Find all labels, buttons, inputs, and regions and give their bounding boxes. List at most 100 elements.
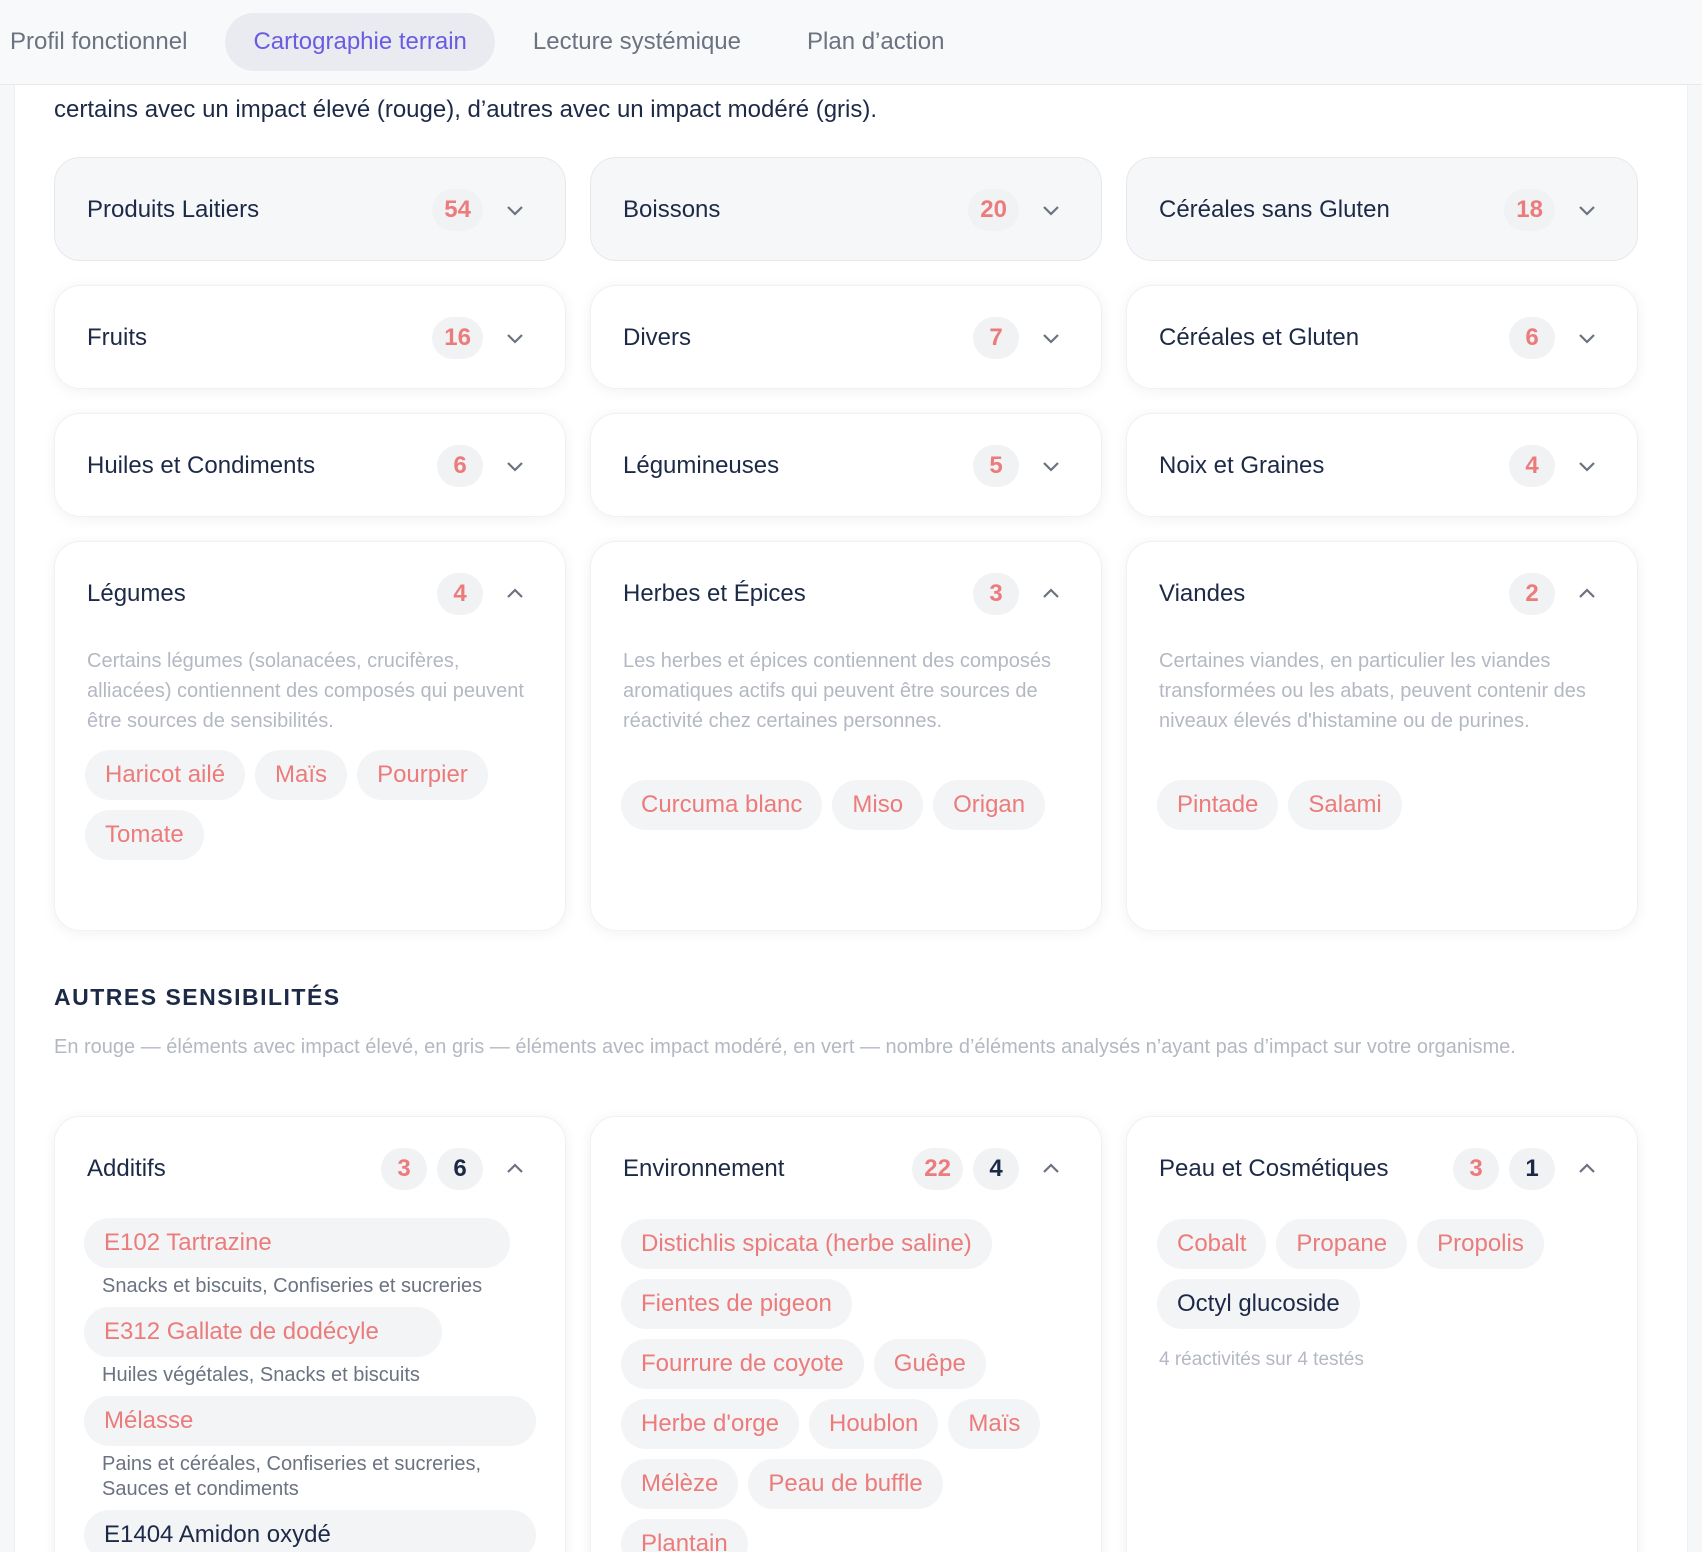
chevron-down-icon[interactable] (1033, 192, 1069, 228)
category-description: Les herbes et épices contiennent des com… (623, 650, 1052, 732)
chip[interactable]: Tomate (85, 810, 204, 860)
chip[interactable]: Maïs (948, 1399, 1041, 1449)
chevron-down-icon[interactable] (497, 320, 533, 356)
count-badge: 3 (973, 573, 1019, 615)
chip[interactable]: Propane (1276, 1219, 1408, 1269)
chevron-down-icon[interactable] (1569, 320, 1605, 356)
list-item: E312 Gallate de dodécyle Huiles végétale… (84, 1307, 544, 1388)
peau-header[interactable]: Peau et Cosmétiques 3 1 (1159, 1117, 1605, 1221)
category-header[interactable]: Boissons 20 (623, 158, 1069, 262)
category-header[interactable]: Noix et Graines 4 (1159, 414, 1605, 518)
peau-card: Peau et Cosmétiques 3 1 Cobalt Propane P… (1126, 1116, 1638, 1552)
chip[interactable]: Miso (832, 780, 924, 830)
category-header[interactable]: Légumineuses 5 (623, 414, 1069, 518)
chevron-down-icon[interactable] (1033, 448, 1069, 484)
category-chips: Curcuma blanc Miso Origan (621, 780, 1073, 830)
category-header[interactable]: Légumes 4 (87, 542, 533, 646)
chevron-up-icon[interactable] (1569, 1151, 1605, 1187)
additif-chip[interactable]: Mélasse (84, 1396, 536, 1446)
section-title-autres: AUTRES SENSIBILITÉS (54, 984, 341, 1010)
category-title: Produits Laitiers (87, 196, 260, 223)
category-card: Céréales et Gluten 6 (1126, 285, 1638, 389)
category-header[interactable]: Viandes 2 (1159, 542, 1605, 646)
category-header[interactable]: Céréales sans Gluten 18 (1159, 158, 1605, 262)
chevron-up-icon[interactable] (1569, 576, 1605, 612)
category-title: Huiles et Condiments (87, 452, 316, 479)
tab-profil-fonctionnel[interactable]: Profil fonctionnel (10, 13, 215, 71)
chip[interactable]: Curcuma blanc (621, 780, 823, 830)
category-description: Certains légumes (solanacées, crucifères… (87, 650, 524, 732)
tab-bar: Profil fonctionnel Cartographie terrain … (0, 0, 1702, 85)
chip[interactable]: Origan (933, 780, 1046, 830)
additifs-header[interactable]: Additifs 3 6 (87, 1117, 533, 1221)
list-item: Mélasse Pains et céréales, Confiseries e… (84, 1396, 544, 1502)
chip[interactable]: Haricot ailé (85, 750, 246, 800)
tab-cartographie-terrain[interactable]: Cartographie terrain (225, 13, 495, 71)
chip[interactable]: Maïs (255, 750, 348, 800)
category-title: Céréales sans Gluten (1159, 196, 1390, 223)
chevron-up-icon[interactable] (497, 576, 533, 612)
section-subtitle: En rouge — éléments avec impact élevé, e… (54, 1036, 1516, 1058)
category-title: Herbes et Épices (623, 580, 806, 607)
chip[interactable]: Plantain (621, 1519, 748, 1552)
category-card: Viandes 2 Certaines viandes, en particulie… (1126, 541, 1638, 931)
category-card: Divers 7 (590, 285, 1102, 389)
chevron-down-icon[interactable] (1569, 192, 1605, 228)
chip[interactable]: Mélèze (621, 1459, 739, 1509)
chevron-up-icon[interactable] (1033, 1151, 1069, 1187)
chip[interactable]: Herbe d'orge (621, 1399, 799, 1449)
additif-chip[interactable]: E1404 Amidon oxydé (84, 1510, 536, 1552)
chevron-up-icon[interactable] (497, 1151, 533, 1187)
chip[interactable]: Peau de buffle (748, 1459, 943, 1509)
chevron-down-icon[interactable] (1569, 448, 1605, 484)
additif-chip[interactable]: E312 Gallate de dodécyle (84, 1307, 442, 1357)
chip[interactable]: Salami (1288, 780, 1402, 830)
category-header[interactable]: Herbes et Épices 3 (623, 542, 1069, 646)
chip[interactable]: Distichlis spicata (herbe saline) (621, 1219, 992, 1269)
count-badge: 16 (432, 317, 483, 359)
chip[interactable]: Houblon (809, 1399, 939, 1449)
chip[interactable]: Cobalt (1157, 1219, 1267, 1269)
chip[interactable]: Guêpe (873, 1339, 986, 1389)
additifs-list: E102 Tartrazine Snacks et biscuits, Conf… (84, 1218, 544, 1552)
count-badge: 20 (968, 189, 1019, 231)
card-title: Environnement (623, 1155, 785, 1182)
count-high-badge: 3 (1453, 1148, 1499, 1190)
tab-lecture-systemique[interactable]: Lecture systémique (505, 13, 769, 71)
category-header[interactable]: Produits Laitiers 54 (87, 158, 533, 262)
category-header[interactable]: Fruits 16 (87, 286, 533, 390)
count-badge: 18 (1504, 189, 1555, 231)
environnement-header[interactable]: Environnement 22 4 (623, 1117, 1069, 1221)
tested-note: 4 réactivités sur 4 testés (1159, 1349, 1364, 1370)
category-chips: Pintade Salami (1157, 780, 1609, 830)
category-card: Légumineuses 5 (590, 413, 1102, 517)
chip[interactable]: Pourpier (357, 750, 488, 800)
count-moderate-badge: 4 (973, 1148, 1019, 1190)
category-header[interactable]: Céréales et Gluten 6 (1159, 286, 1605, 390)
intro-text: certains avec un impact élevé (rouge), d… (54, 96, 878, 123)
chip[interactable]: Octyl glucoside (1157, 1279, 1360, 1329)
additif-chip[interactable]: E102 Tartrazine (84, 1218, 510, 1268)
chevron-down-icon[interactable] (497, 448, 533, 484)
category-card: Noix et Graines 4 (1126, 413, 1638, 517)
category-header[interactable]: Divers 7 (623, 286, 1069, 390)
category-description: Certaines viandes, en particulier les vi… (1159, 650, 1586, 732)
chevron-down-icon[interactable] (1033, 320, 1069, 356)
category-card: Légumes 4 Certains légumes (solanacées, cr… (54, 541, 566, 931)
list-item: E1404 Amidon oxydé (84, 1510, 544, 1552)
category-header[interactable]: Huiles et Condiments 6 (87, 414, 533, 518)
tab-plan-action[interactable]: Plan d’action (779, 13, 972, 71)
count-badge: 7 (973, 317, 1019, 359)
count-moderate-badge: 1 (1509, 1148, 1555, 1190)
category-card: Huiles et Condiments 6 (54, 413, 566, 517)
chip[interactable]: Propolis (1417, 1219, 1544, 1269)
card-title: Peau et Cosmétiques (1159, 1155, 1389, 1182)
count-badge: 2 (1509, 573, 1555, 615)
chevron-up-icon[interactable] (1033, 576, 1069, 612)
category-title: Fruits (87, 324, 147, 351)
chip[interactable]: Pintade (1157, 780, 1279, 830)
chip[interactable]: Fientes de pigeon (621, 1279, 852, 1329)
chevron-down-icon[interactable] (497, 192, 533, 228)
chip[interactable]: Fourrure de coyote (621, 1339, 864, 1389)
count-badge: 6 (1509, 317, 1555, 359)
